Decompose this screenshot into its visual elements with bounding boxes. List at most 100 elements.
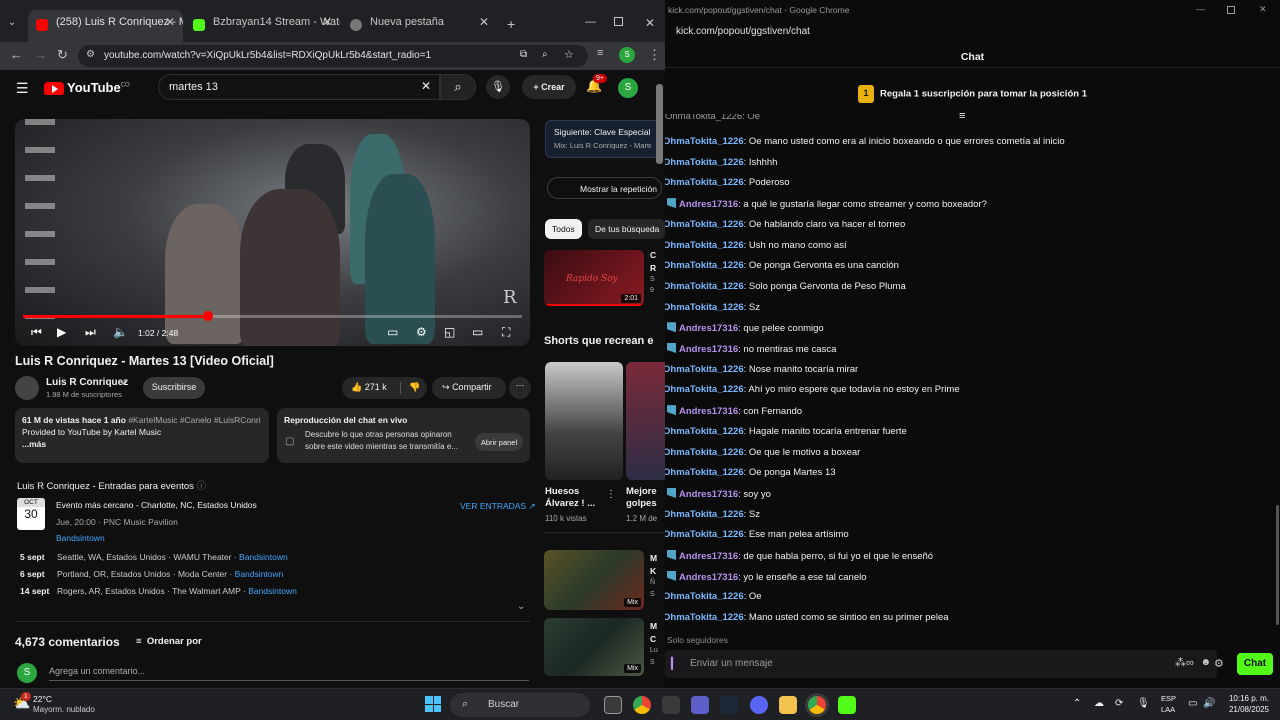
chrome-icon[interactable] bbox=[633, 696, 651, 714]
video-progress-bar[interactable] bbox=[23, 311, 522, 321]
show-hidden-icons[interactable]: ⌃ bbox=[1073, 698, 1081, 709]
network-icon[interactable]: ▭ bbox=[1188, 698, 1197, 709]
points-icon[interactable]: ⁂∞ bbox=[1175, 656, 1194, 669]
tab-youtube[interactable]: (258) Luis R Conriquez - Martes ✕ bbox=[28, 10, 183, 42]
tray-mic-icon[interactable]: 🎙 bbox=[1137, 698, 1150, 709]
search-button[interactable]: ⌕ bbox=[440, 74, 476, 100]
chat-username[interactable]: OhmaTokita_1226 bbox=[665, 136, 744, 147]
language-code[interactable]: ESP bbox=[1161, 694, 1176, 703]
discord-icon[interactable] bbox=[750, 696, 768, 714]
miniplayer-icon[interactable]: ◱ bbox=[444, 325, 455, 339]
page-scrollbar[interactable] bbox=[656, 84, 663, 164]
taskbar-search[interactable]: ⌕ Buscar bbox=[450, 693, 590, 717]
file-explorer-icon[interactable] bbox=[779, 696, 797, 714]
back-icon[interactable]: ← bbox=[10, 47, 23, 62]
progress-scrubber[interactable] bbox=[202, 311, 213, 321]
mix-thumbnail[interactable]: Mix bbox=[544, 618, 644, 676]
forward-icon[interactable]: → bbox=[34, 47, 47, 62]
clear-search-icon[interactable]: ✕ bbox=[421, 79, 431, 93]
chat-username[interactable]: OhmaTokita_1226 bbox=[665, 612, 744, 623]
start-windows-icon[interactable] bbox=[425, 696, 441, 712]
chat-username[interactable]: OhmaTokita_1226 bbox=[665, 364, 744, 375]
chat-username[interactable]: Andres17316 bbox=[679, 406, 738, 417]
subtitles-icon[interactable]: ▭ bbox=[387, 325, 398, 339]
more-actions-icon[interactable]: ⋯ bbox=[509, 377, 531, 399]
info-icon[interactable]: ⓘ bbox=[197, 481, 207, 492]
chat-username[interactable]: OhmaTokita_1226 bbox=[665, 302, 744, 313]
store-icon[interactable] bbox=[662, 696, 680, 714]
show-more-link[interactable]: ...más bbox=[22, 438, 262, 450]
teams-icon[interactable] bbox=[691, 696, 709, 714]
rec-title[interactable]: M bbox=[650, 621, 657, 631]
event-provider-link[interactable]: Bandsintown bbox=[248, 586, 297, 596]
dislike-icon[interactable]: 👎 bbox=[400, 382, 420, 394]
tab-kick-stream[interactable]: Bzbrayan14 Stream - Watch Liv ✕ bbox=[185, 10, 340, 42]
chat-username[interactable]: Andres17316 bbox=[679, 572, 738, 583]
tray-app-icon[interactable]: ☁ bbox=[1094, 698, 1104, 709]
send-chat-button[interactable]: Chat bbox=[1237, 653, 1273, 675]
share-button[interactable]: ↪ Compartir bbox=[432, 377, 506, 399]
cast-icon[interactable]: ⧉ bbox=[520, 49, 527, 60]
steam-icon[interactable] bbox=[720, 696, 738, 714]
media-control-icon[interactable]: ≡ bbox=[597, 47, 603, 59]
video-player[interactable]: R ⏮ ▶ ⏭ 🔈 1:02 / 2:48 ▭ ⚙ ◱ ▭ ⛶ bbox=[15, 119, 530, 346]
chat-username[interactable]: Andres17316 bbox=[679, 551, 738, 562]
keyboard-layout[interactable]: LAA bbox=[1161, 705, 1175, 714]
address-bar[interactable]: kick.com/popout/ggstiven/chat bbox=[665, 22, 1280, 44]
voice-search-button[interactable]: 🎙 bbox=[486, 75, 510, 99]
event-provider-link[interactable]: Bandsintown bbox=[56, 533, 105, 543]
sort-button[interactable]: ≡ Ordenar por bbox=[136, 636, 202, 647]
search-input[interactable]: martes 13 ✕ bbox=[158, 74, 440, 100]
maximize-icon[interactable] bbox=[1227, 6, 1235, 14]
chat-username[interactable]: Andres17316 bbox=[679, 199, 738, 210]
close-window-icon[interactable]: ✕ bbox=[645, 16, 655, 30]
event-provider-link[interactable]: Bandsintown bbox=[239, 552, 288, 562]
new-tab-icon[interactable]: + bbox=[507, 16, 515, 32]
rec-title[interactable]: C bbox=[650, 634, 656, 644]
close-tab-icon[interactable]: ✕ bbox=[479, 15, 489, 29]
tickets-link[interactable]: VER ENTRADAS ↗ bbox=[460, 501, 536, 512]
subscribe-button[interactable]: Suscribirse bbox=[143, 377, 205, 399]
mix-thumbnail[interactable]: Mix bbox=[544, 550, 644, 610]
chat-username[interactable]: OhmaTokita_1226 bbox=[665, 240, 744, 251]
volume-icon[interactable]: 🔊 bbox=[1203, 698, 1215, 709]
fullscreen-icon[interactable]: ⛶ bbox=[502, 325, 510, 340]
recommendation-thumbnail[interactable]: Rapido Soy 2:01 bbox=[544, 250, 644, 306]
chat-username[interactable]: OhmaTokita_1226 bbox=[665, 447, 744, 458]
chat-username[interactable]: OhmaTokita_1226 bbox=[665, 467, 744, 478]
minimize-icon[interactable]: — bbox=[1196, 4, 1205, 14]
chat-username[interactable]: OhmaTokita_1226 bbox=[665, 177, 744, 188]
close-window-icon[interactable]: ✕ bbox=[1259, 4, 1267, 15]
short-menu-icon[interactable]: ⋮ bbox=[606, 489, 616, 500]
chat-settings-gear-icon[interactable]: ⚙ bbox=[1214, 657, 1224, 670]
previous-icon[interactable]: ⏮ bbox=[31, 325, 42, 340]
chat-username[interactable]: OhmaTokita_1226 bbox=[665, 529, 744, 540]
like-icon[interactable]: 👍 bbox=[351, 382, 362, 392]
reload-icon[interactable]: ↻ bbox=[57, 47, 68, 63]
youtube-avatar[interactable]: S bbox=[618, 78, 638, 98]
create-button[interactable]: + Crear bbox=[522, 75, 576, 99]
expand-events-chevron-icon[interactable]: ⌄ bbox=[517, 601, 525, 612]
emoji-icon[interactable]: ☻ bbox=[1200, 657, 1211, 668]
close-tab-icon[interactable]: ✕ bbox=[165, 15, 175, 29]
gift-sub-banner[interactable]: 1 Regala 1 suscripción para tomar la posi… bbox=[665, 70, 1280, 110]
zoom-icon[interactable]: ⌕ bbox=[542, 49, 548, 60]
chrome-menu-icon[interactable]: ⋮ bbox=[648, 47, 661, 63]
site-info-icon[interactable]: ⚙ bbox=[86, 49, 95, 60]
youtube-logo[interactable]: YouTubeCO bbox=[44, 80, 130, 95]
theater-mode-icon[interactable]: ▭ bbox=[472, 325, 483, 339]
comment-input[interactable]: Agrega un comentario... bbox=[49, 666, 529, 681]
video-description[interactable]: 61 M de vistas hace 1 año #KartelMusic #… bbox=[15, 408, 269, 463]
show-replay-button[interactable]: Mostrar la repetición bbox=[547, 177, 662, 199]
chat-username[interactable]: Andres17316 bbox=[679, 323, 738, 334]
task-view-icon[interactable] bbox=[604, 696, 622, 714]
chat-username[interactable]: OhmaTokita_1226 bbox=[665, 219, 744, 230]
volume-icon[interactable]: 🔈 bbox=[113, 325, 128, 339]
tab-search-icon[interactable]: ⌄ bbox=[8, 17, 16, 28]
chat-username[interactable]: OhmaTokita_1226 bbox=[665, 281, 744, 292]
chat-username[interactable]: Andres17316 bbox=[679, 489, 738, 500]
chat-username[interactable]: OhmaTokita_1226 bbox=[665, 591, 744, 602]
chat-scrollbar[interactable] bbox=[1276, 505, 1279, 625]
chat-username[interactable]: OhmaTokita_1226 bbox=[665, 157, 744, 168]
rec-title[interactable]: C bbox=[650, 250, 656, 260]
